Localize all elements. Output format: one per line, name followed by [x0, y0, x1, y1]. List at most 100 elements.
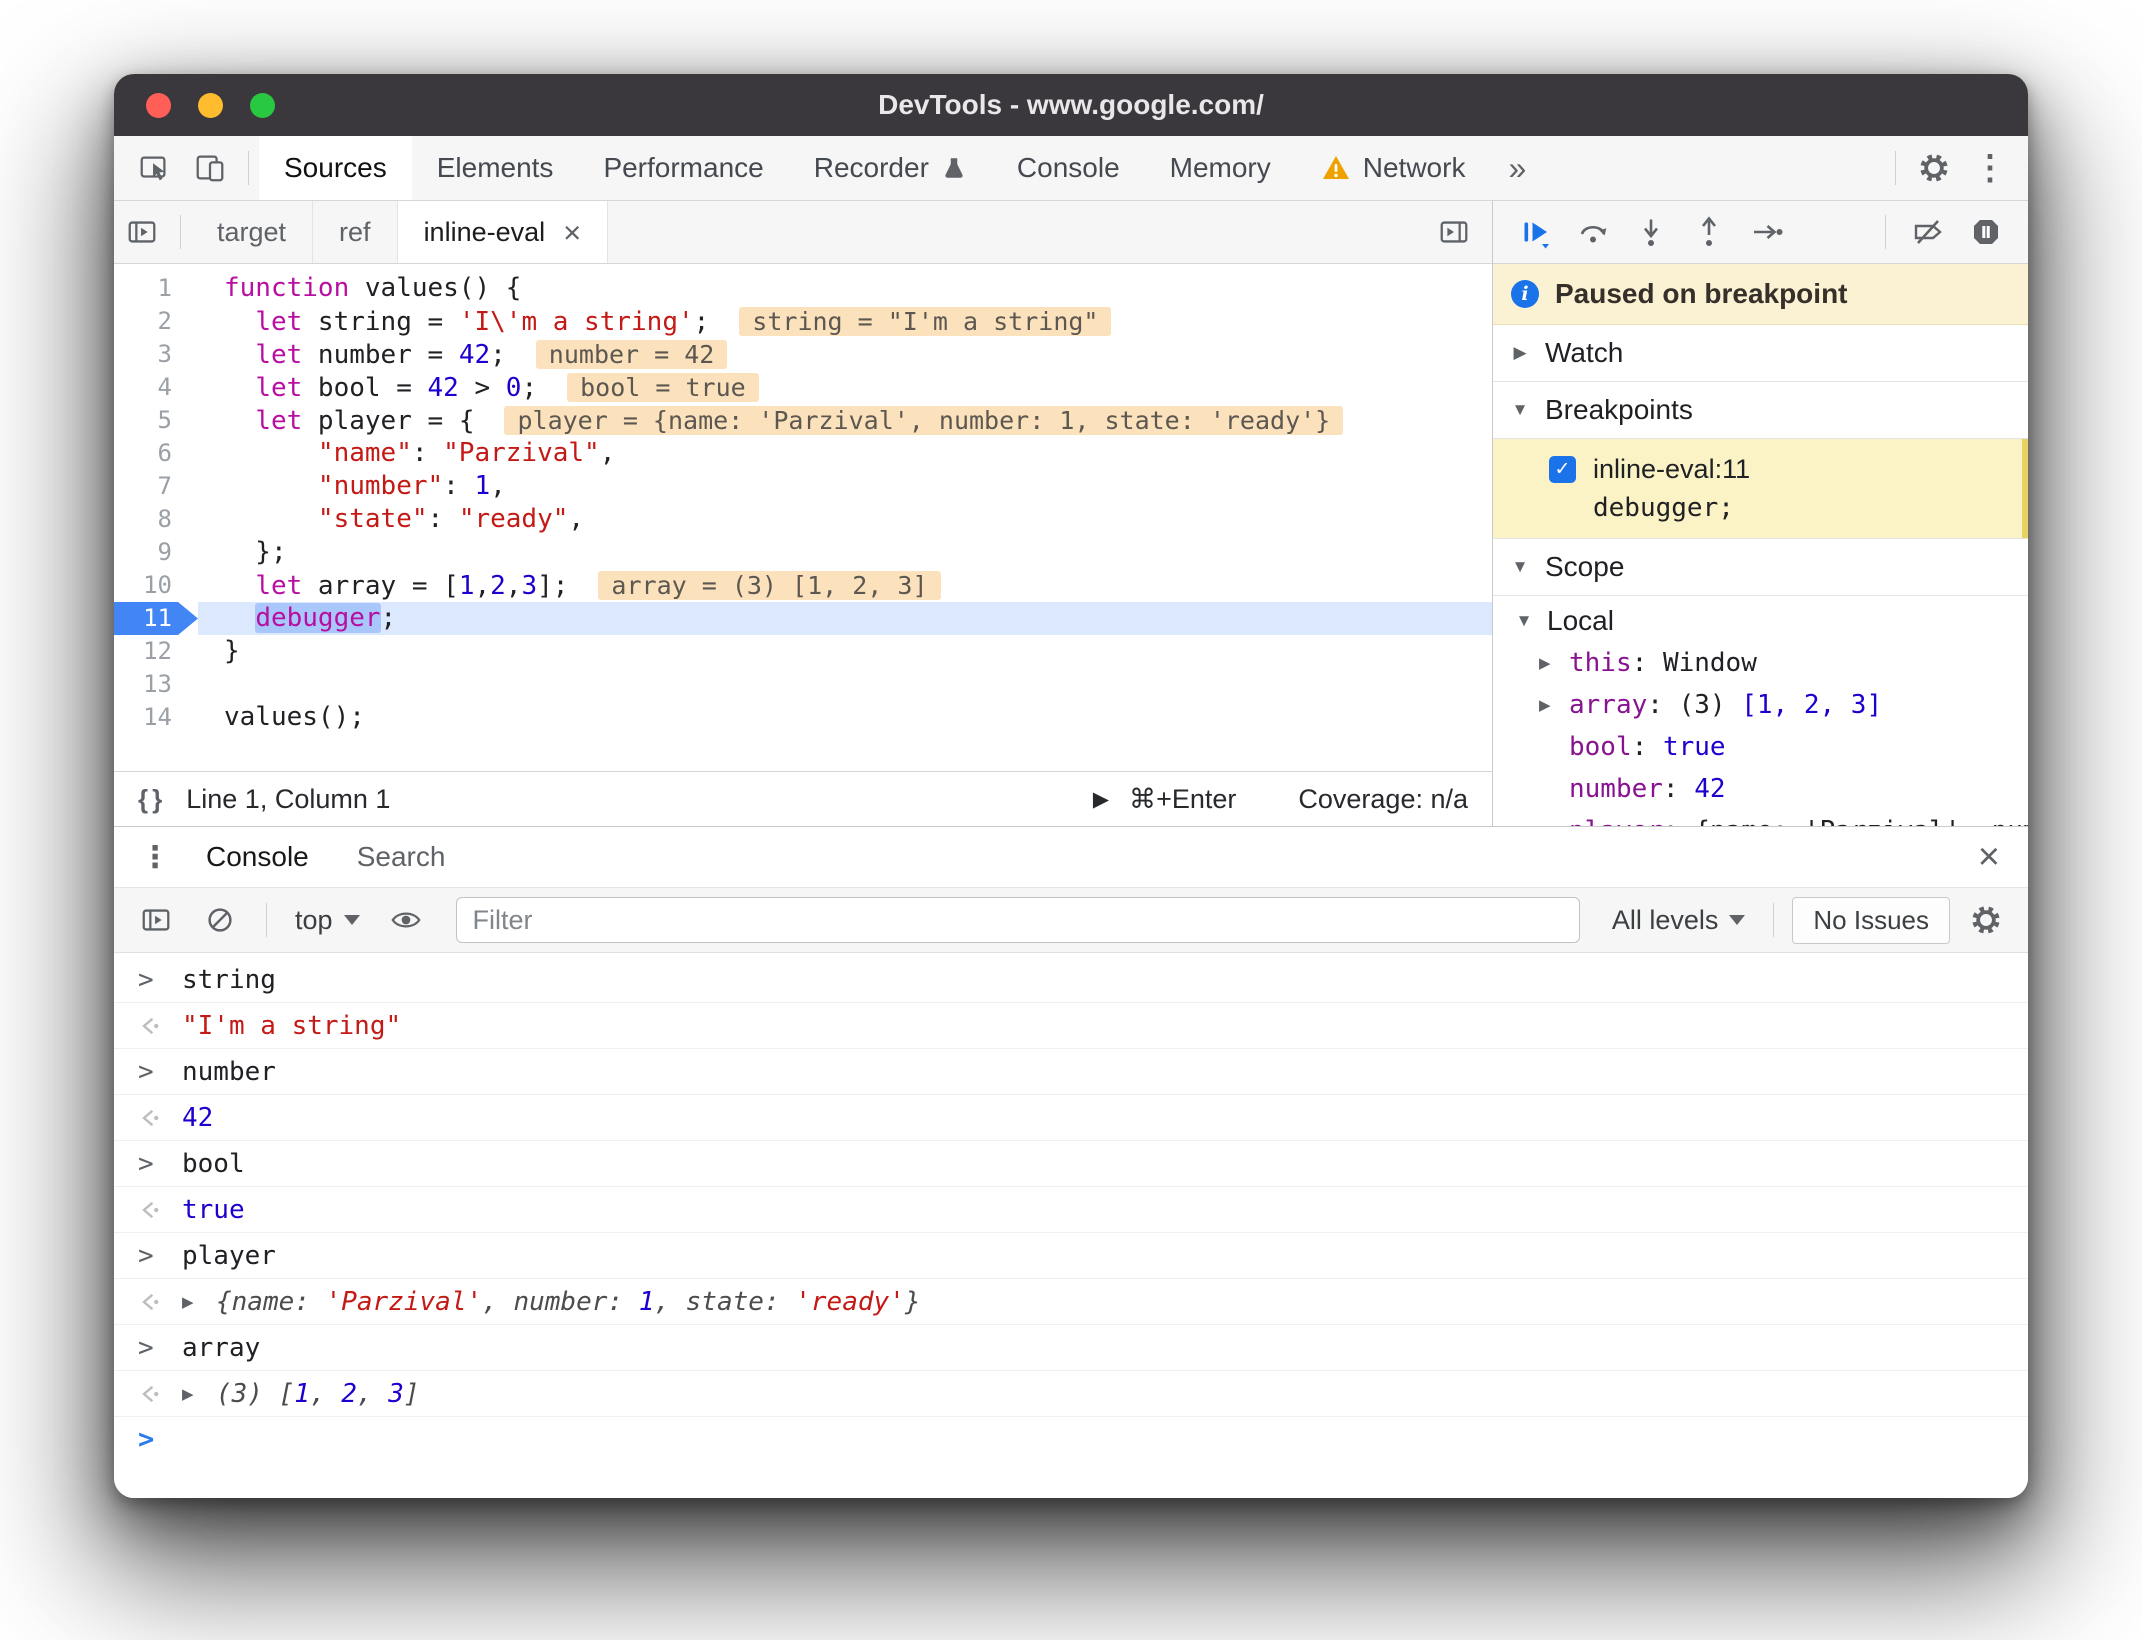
console-result-row[interactable]: true: [114, 1187, 2028, 1233]
scope-section-header[interactable]: ▼ Scope: [1493, 538, 2028, 596]
console-entries[interactable]: > string "I'm a string" > number 42 > bool true >…: [114, 953, 2028, 1498]
tab-sources[interactable]: Sources: [259, 136, 412, 200]
line-number[interactable]: 14: [114, 701, 198, 734]
settings-gear-icon[interactable]: [1906, 142, 1962, 194]
code-line-content[interactable]: };: [198, 536, 1492, 569]
line-number[interactable]: 10: [114, 569, 198, 602]
scope-row[interactable]: ▶ this: Window: [1493, 642, 2028, 684]
line-number[interactable]: 4: [114, 371, 198, 404]
tab-recorder[interactable]: Recorder: [789, 136, 992, 200]
code-editor[interactable]: 1 function values() {2 let string = 'I\'m…: [114, 264, 1492, 771]
console-result-row[interactable]: ▶ (3) [1, 2, 3]: [114, 1371, 2028, 1417]
device-toolbar-icon[interactable]: [182, 142, 238, 194]
line-number[interactable]: 13: [114, 668, 198, 701]
chevron-down-icon[interactable]: ▼: [1509, 557, 1531, 577]
code-line-content[interactable]: let number = 42; number = 42: [198, 338, 1492, 371]
code-line-content[interactable]: let array = [1,2,3]; array = (3) [1, 2, 3…: [198, 569, 1492, 602]
line-number[interactable]: 5: [114, 404, 198, 437]
code-line-content[interactable]: function values() {: [198, 272, 1492, 305]
execution-line-number[interactable]: 11: [114, 602, 198, 635]
show-navigator-icon[interactable]: [114, 206, 170, 258]
drawer-tab-console[interactable]: Console: [182, 827, 333, 887]
deactivate-breakpoints-icon[interactable]: [1902, 206, 1954, 258]
code-line-content[interactable]: values();: [198, 701, 1492, 734]
tab-elements[interactable]: Elements: [412, 136, 579, 200]
expander-icon[interactable]: ▶: [182, 1385, 216, 1403]
console-filter-input[interactable]: [455, 897, 1580, 943]
code-line-content[interactable]: debugger;: [198, 602, 1492, 635]
expander-icon[interactable]: ▶: [1539, 654, 1569, 672]
file-tab-ref[interactable]: ref: [313, 201, 398, 263]
code-line-content[interactable]: }: [198, 635, 1492, 668]
step-out-icon[interactable]: [1683, 206, 1735, 258]
line-number[interactable]: 6: [114, 437, 198, 470]
line-number[interactable]: 3: [114, 338, 198, 371]
close-tab-icon[interactable]: ×: [563, 217, 581, 248]
line-number[interactable]: 2: [114, 305, 198, 338]
log-levels-selector[interactable]: All levels: [1602, 905, 1756, 936]
console-prompt-row[interactable]: >: [114, 1417, 2028, 1462]
pause-on-exceptions-icon[interactable]: [1960, 206, 2012, 258]
step-into-icon[interactable]: [1625, 206, 1677, 258]
inspect-element-icon[interactable]: [126, 142, 182, 194]
pretty-print-icon[interactable]: {}: [138, 784, 166, 815]
scope-group-local[interactable]: ▼ Local: [1493, 596, 2028, 642]
show-console-sidebar-icon[interactable]: [128, 894, 184, 946]
drawer-tab-search[interactable]: Search: [333, 827, 470, 887]
minimize-window-button[interactable]: [198, 92, 223, 118]
console-settings-gear-icon[interactable]: [1958, 894, 2014, 946]
line-number[interactable]: 9: [114, 536, 198, 569]
file-tab-inline-eval[interactable]: inline-eval ×: [397, 201, 609, 263]
code-line-content[interactable]: "state": "ready",: [198, 503, 1492, 536]
scope-row[interactable]: bool: true: [1493, 726, 2028, 768]
code-line-content[interactable]: let bool = 42 > 0; bool = true: [198, 371, 1492, 404]
window-titlebar[interactable]: DevTools - www.google.com/: [114, 74, 2028, 136]
more-options-kebab-icon[interactable]: ⋮: [1962, 142, 2018, 194]
console-input-row[interactable]: > array: [114, 1325, 2028, 1371]
resume-script-icon[interactable]: [1509, 206, 1561, 258]
close-drawer-icon[interactable]: ×: [1964, 827, 2014, 887]
code-line-content[interactable]: "number": 1,: [198, 470, 1492, 503]
console-input-row[interactable]: > number: [114, 1049, 2028, 1095]
breakpoints-section-header[interactable]: ▼ Breakpoints: [1493, 382, 2028, 439]
console-input-row[interactable]: > string: [114, 957, 2028, 1003]
line-number[interactable]: 12: [114, 635, 198, 668]
code-line-content[interactable]: let string = 'I\'m a string'; string = "I…: [198, 305, 1492, 338]
console-input-row[interactable]: > player: [114, 1233, 2028, 1279]
tab-console[interactable]: Console: [992, 136, 1145, 200]
clear-console-icon[interactable]: [192, 894, 248, 946]
line-number[interactable]: 7: [114, 470, 198, 503]
console-result-row[interactable]: ▶{name: 'Parzival', number: 1, state: 'r…: [114, 1279, 2028, 1325]
toggle-sidebar-icon[interactable]: [1426, 206, 1482, 258]
console-result-row[interactable]: 42: [114, 1095, 2028, 1141]
file-tab-target[interactable]: target: [191, 201, 314, 263]
code-line-content[interactable]: [198, 668, 1492, 701]
code-line-content[interactable]: "name": "Parzival",: [198, 437, 1492, 470]
expander-icon[interactable]: ▶: [182, 1293, 216, 1311]
step-icon[interactable]: [1741, 206, 1793, 258]
breakpoint-entry[interactable]: ✓ inline-eval:11 debugger;: [1493, 439, 2028, 539]
close-window-button[interactable]: [146, 92, 171, 118]
chevron-down-icon[interactable]: ▼: [1509, 400, 1531, 420]
more-tabs-button[interactable]: »: [1490, 136, 1544, 200]
console-input-row[interactable]: > bool: [114, 1141, 2028, 1187]
code-line-content[interactable]: let player = {player = {name: 'Parzival'…: [198, 404, 1492, 437]
create-live-expression-icon[interactable]: [378, 894, 434, 946]
line-number[interactable]: 1: [114, 272, 198, 305]
scope-row[interactable]: player: {name: 'Parzival', number: 1, st…: [1493, 810, 2028, 826]
issues-counter-button[interactable]: No Issues: [1792, 896, 1950, 944]
tab-performance[interactable]: Performance: [578, 136, 788, 200]
tab-memory[interactable]: Memory: [1145, 136, 1296, 200]
drawer-menu-kebab-icon[interactable]: ⋮: [128, 827, 182, 887]
scope-row[interactable]: number: 42: [1493, 768, 2028, 810]
context-selector[interactable]: top: [285, 905, 370, 936]
chevron-right-icon[interactable]: ▶: [1509, 343, 1531, 363]
step-over-icon[interactable]: [1567, 206, 1619, 258]
tab-network[interactable]: Network: [1296, 136, 1491, 200]
zoom-window-button[interactable]: [250, 92, 275, 118]
console-result-row[interactable]: "I'm a string": [114, 1003, 2028, 1049]
chevron-down-icon[interactable]: ▼: [1513, 611, 1535, 631]
scope-row[interactable]: ▶ array: (3) [1, 2, 3]: [1493, 684, 2028, 726]
expander-icon[interactable]: ▶: [1539, 696, 1569, 714]
line-number[interactable]: 8: [114, 503, 198, 536]
